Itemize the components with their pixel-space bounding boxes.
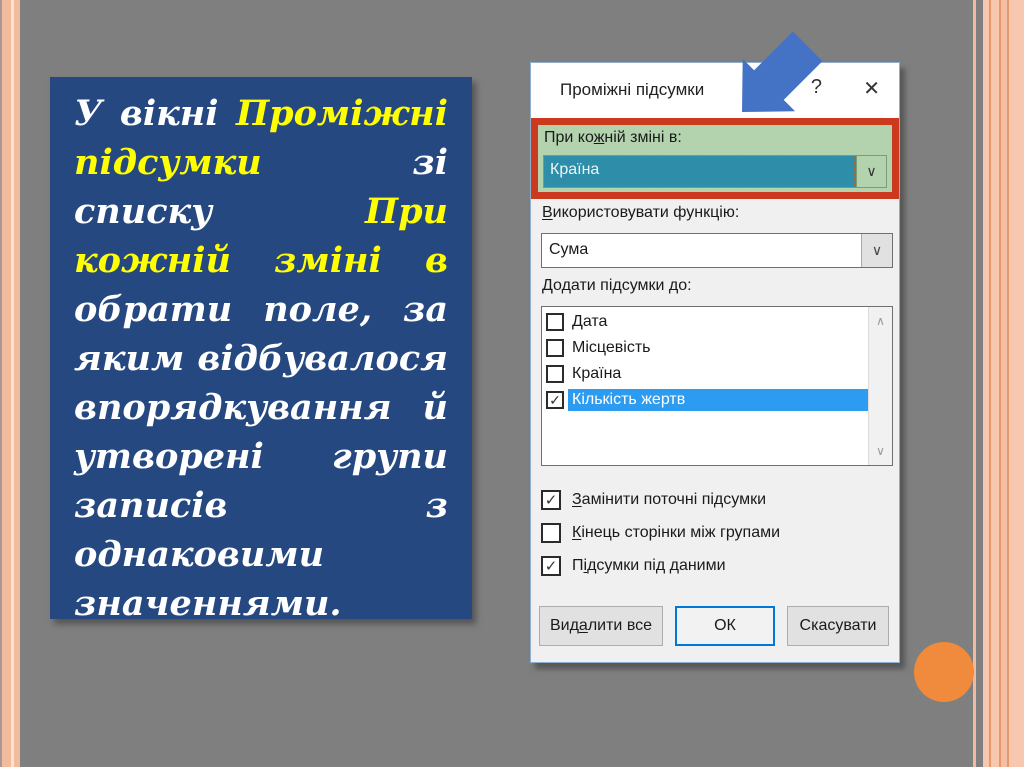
scroll-down-icon[interactable]: ∨ (869, 441, 892, 461)
text-line: значеннями. (74, 583, 448, 632)
option-label: Кінець сторінки між групами (572, 524, 781, 541)
chevron-down-icon: ∨ (871, 242, 883, 258)
delete-all-button[interactable]: Вид а лити все (539, 606, 663, 646)
text-word: утворені (74, 436, 264, 477)
checkbox-checked-icon[interactable]: ✓ (541, 556, 561, 576)
text-word: значеннями. (74, 583, 342, 624)
function-dropdown-button[interactable]: ∨ (861, 234, 892, 267)
text-word: й (422, 387, 448, 428)
text-word: зі (412, 142, 448, 183)
add-subtotals-listbox: Дата Місцевість Країна ✓ Кількість жертв… (541, 306, 893, 466)
listbox-scrollbar[interactable]: ∧ ∨ (868, 307, 892, 465)
text-line: записів з (74, 485, 448, 534)
list-item-label: Кількість жертв (568, 389, 869, 411)
option-summary-below-data[interactable]: ✓ Підсумки під даними (541, 554, 726, 578)
callout-arrow-icon (742, 31, 823, 112)
list-item[interactable]: Місцевість (542, 335, 869, 361)
text-word: відбувалося (197, 338, 448, 379)
option-replace-subtotals[interactable]: ✓ Замінити поточні підсумки (541, 488, 766, 512)
ok-button[interactable]: ОК (675, 606, 775, 646)
text-line: підсумки зі (74, 142, 448, 191)
text-word-highlight: Проміжні (236, 93, 448, 134)
cancel-button[interactable]: Скасувати (787, 606, 889, 646)
presentation-slide: У вікні Проміжні підсумки зі списку При … (0, 0, 1024, 767)
red-highlight-box: При кожній зміні в: Країна ∨ (531, 118, 899, 199)
text-word: вікні (119, 93, 219, 134)
function-selected-value: Сума (549, 241, 589, 258)
dialog-title: Проміжні підсумки (560, 80, 705, 99)
text-word: впорядкування (74, 387, 392, 428)
text-line: однаковими (74, 534, 448, 583)
callout-orange-circle (914, 642, 974, 702)
checkbox-icon[interactable] (546, 313, 564, 331)
text-line: списку При (74, 191, 448, 240)
slide-right-border-stripes (973, 0, 1024, 767)
text-word-highlight: кожній (74, 240, 231, 281)
checkbox-icon[interactable] (541, 523, 561, 543)
add-to-label: Додати підсумки до: (542, 277, 692, 294)
text-word: обрати (74, 289, 233, 330)
scroll-up-icon[interactable]: ∧ (869, 311, 892, 331)
slide-left-border-stripes (0, 0, 20, 767)
list-item[interactable]: Країна (542, 361, 869, 387)
text-word-highlight: в (425, 240, 448, 281)
list-item-label: Місцевість (572, 339, 651, 356)
subtotals-dialog: Проміжні підсумки ? ✕ При кожній зміні в… (530, 62, 900, 663)
option-label: Замінити поточні підсумки (572, 491, 766, 508)
list-item-selected[interactable]: ✓ Кількість жертв (542, 387, 869, 413)
function-combobox[interactable]: Сума ∨ (541, 233, 893, 268)
group-field-dropdown-button[interactable]: ∨ (856, 156, 886, 187)
text-word: за (402, 289, 448, 330)
close-icon[interactable]: ✕ (863, 76, 880, 101)
chevron-down-icon: ∨ (866, 163, 877, 179)
text-word: списку (74, 191, 213, 232)
text-word: записів (74, 485, 228, 526)
text-line: кожній зміні в (74, 240, 448, 289)
option-label: Підсумки під даними (572, 557, 726, 574)
text-word: з (425, 485, 448, 526)
group-field-label: При кожній зміні в: (544, 129, 682, 146)
slide-text-box: У вікні Проміжні підсумки зі списку При … (50, 77, 472, 624)
checkbox-checked-icon[interactable]: ✓ (546, 391, 564, 409)
text-word-highlight: При (365, 191, 448, 232)
text-line: обрати поле, за (74, 289, 448, 338)
text-word: однаковими (74, 534, 325, 575)
group-field-selected-value: Країна (544, 156, 856, 187)
text-word-highlight: підсумки (74, 142, 262, 183)
text-word-highlight: зміні (274, 240, 382, 281)
highlighted-group-field: При кожній зміні в: Країна ∨ (538, 125, 892, 192)
text-line: У вікні Проміжні (74, 93, 448, 142)
text-line: утворені групи (74, 436, 448, 485)
text-word: поле, (263, 289, 373, 330)
text-line: яким відбувалося (74, 338, 448, 387)
checkbox-icon[interactable] (546, 339, 564, 357)
function-field-label: Використовувати функцію: (542, 204, 740, 221)
dialog-buttons: Вид а лити все ОК Скасувати (539, 606, 889, 646)
list-item[interactable]: Дата (542, 309, 869, 335)
list-item-label: Країна (572, 365, 622, 382)
list-item-label: Дата (572, 313, 608, 330)
option-page-break[interactable]: Кінець сторінки між групами (541, 521, 780, 545)
text-word: яким (74, 338, 185, 379)
dialog-titlebar[interactable]: Проміжні підсумки ? ✕ (531, 63, 899, 118)
text-word: групи (332, 436, 448, 477)
group-field-combobox[interactable]: Країна ∨ (543, 155, 887, 188)
text-line: впорядкування й (74, 387, 448, 436)
checkbox-icon[interactable] (546, 365, 564, 383)
text-word: У (74, 93, 103, 134)
checkbox-checked-icon[interactable]: ✓ (541, 490, 561, 510)
